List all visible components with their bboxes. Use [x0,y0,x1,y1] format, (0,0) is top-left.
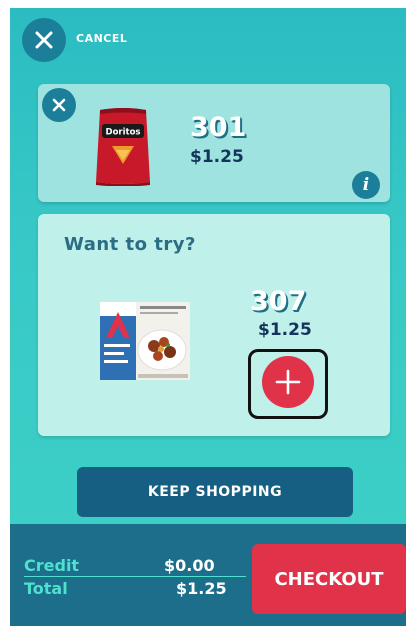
cancel-button[interactable] [22,18,66,62]
doritos-product-image: Doritos [94,106,152,190]
suggestion-number: 307 [250,286,307,317]
total-label: Total [24,579,68,598]
keep-shopping-button[interactable]: KEEP SHOPPING [77,467,353,517]
cancel-label[interactable]: CANCEL [76,32,127,45]
suggestion-price: $1.25 [258,320,312,340]
cart-item-number: 301 [190,112,247,143]
add-to-cart-button[interactable] [262,356,314,408]
totals-divider [24,576,246,577]
info-button[interactable]: i [352,171,380,199]
total-value: $1.25 [176,579,227,598]
checkout-button[interactable]: CHECKOUT [252,544,406,614]
cart-item-price: $1.25 [190,147,244,167]
cart-item-card [38,84,390,202]
credit-label: Credit [24,556,80,575]
svg-text:Doritos: Doritos [106,128,141,138]
frozen-meal-product-image [98,298,192,388]
close-icon [35,31,53,49]
close-icon [52,98,66,112]
plus-icon [275,369,301,395]
remove-item-button[interactable] [42,88,76,122]
info-icon: i [362,175,370,195]
credit-value: $0.00 [164,556,215,575]
suggestion-heading: Want to try? [64,234,196,255]
